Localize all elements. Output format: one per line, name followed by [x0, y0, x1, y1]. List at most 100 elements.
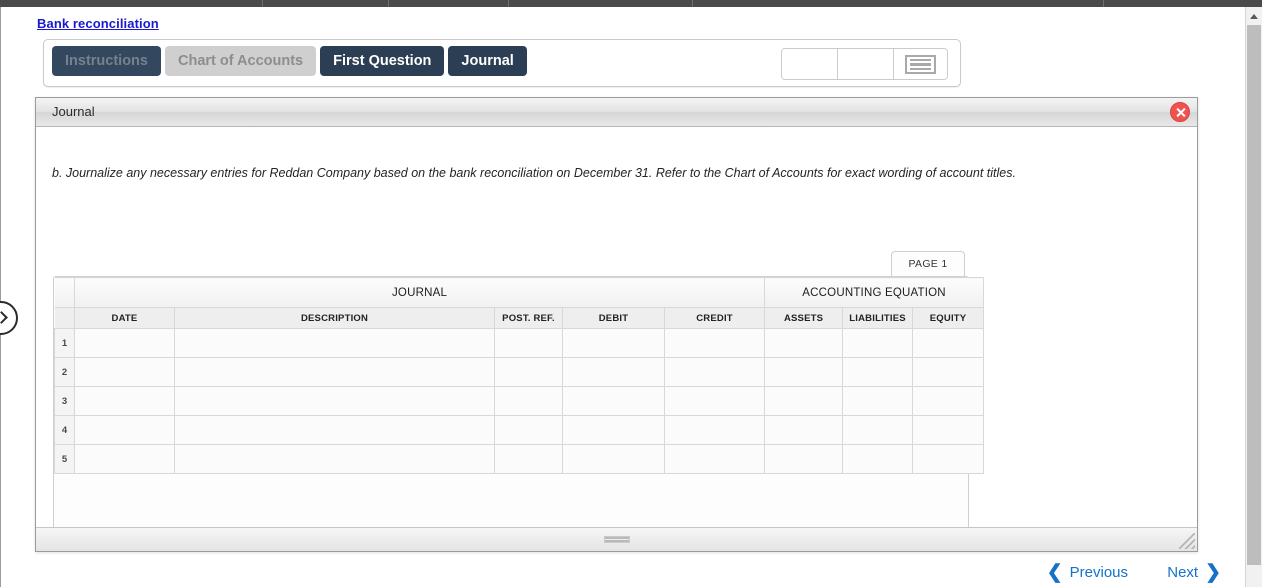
cell-assets[interactable]	[764, 415, 844, 445]
cell-liabilities[interactable]	[842, 415, 914, 445]
cell-date[interactable]	[74, 415, 175, 445]
cell-date[interactable]	[74, 357, 175, 387]
cell-credit[interactable]	[663, 328, 766, 358]
row-number: 1	[54, 328, 75, 358]
cell-equity[interactable]	[912, 444, 985, 474]
journal-table-container: JOURNAL ACCOUNTING EQUATION DATE DESCRIP…	[53, 276, 985, 527]
tab-bar: Instructions Chart of Accounts First Que…	[43, 39, 961, 87]
tab-seam	[262, 0, 263, 7]
group-header-spacer	[54, 277, 75, 308]
toolbar-widget-group	[781, 48, 948, 80]
journal-window-footer	[36, 527, 1197, 551]
column-header-description: DESCRIPTION	[174, 307, 495, 329]
cell-credit[interactable]	[663, 444, 766, 474]
journal-title-bar: Journal	[36, 98, 1197, 127]
next-label: Next	[1167, 564, 1199, 581]
browser-tab-strip	[0, 0, 1262, 7]
cell-description[interactable]	[174, 415, 495, 445]
resize-grip-handle[interactable]	[603, 536, 630, 543]
scroll-up-arrow-icon[interactable]	[1246, 7, 1262, 24]
cell-description[interactable]	[174, 357, 495, 387]
cell-liabilities[interactable]	[842, 444, 914, 474]
cell-assets[interactable]	[764, 444, 844, 474]
cell-post-ref[interactable]	[494, 357, 563, 387]
cell-debit[interactable]	[562, 357, 665, 387]
next-link[interactable]: Next ❯	[1167, 563, 1221, 582]
previous-link[interactable]: ❮ Previous	[1047, 563, 1128, 582]
scrollbar-thumb[interactable]	[1247, 25, 1261, 565]
cell-post-ref[interactable]	[494, 328, 563, 358]
cell-post-ref[interactable]	[494, 386, 563, 416]
tab-journal[interactable]: Journal	[448, 46, 527, 76]
breadcrumb-bank-reconciliation[interactable]: Bank reconciliation	[37, 16, 159, 31]
panel-expander-button[interactable]	[0, 301, 18, 335]
table-group-header-row: JOURNAL ACCOUNTING EQUATION	[54, 277, 985, 308]
cell-liabilities[interactable]	[842, 386, 914, 416]
cell-assets[interactable]	[764, 328, 844, 358]
close-icon[interactable]	[1170, 102, 1190, 122]
journal-table-body: 1 2 3 4 5	[54, 328, 985, 474]
cell-equity[interactable]	[912, 328, 985, 358]
cell-credit[interactable]	[663, 386, 766, 416]
tab-first-question[interactable]: First Question	[320, 46, 445, 76]
column-header-debit: DEBIT	[562, 307, 665, 329]
cell-date[interactable]	[74, 328, 175, 358]
column-header-credit: CREDIT	[663, 307, 766, 329]
group-header-journal: JOURNAL	[73, 277, 766, 308]
previous-label: Previous	[1069, 564, 1128, 581]
table-row: 1	[54, 328, 985, 358]
cell-post-ref[interactable]	[494, 415, 563, 445]
grid-bar	[910, 67, 931, 70]
page-scrollbar[interactable]	[1245, 7, 1262, 587]
cell-date[interactable]	[74, 386, 175, 416]
corner-resize-icon[interactable]	[1179, 533, 1195, 549]
table-row: 2	[54, 357, 985, 387]
cell-debit[interactable]	[562, 444, 665, 474]
column-header-post-ref: POST. REF.	[494, 307, 563, 329]
cell-credit[interactable]	[663, 415, 766, 445]
tab-seam	[508, 0, 509, 7]
table-column-header-row: DATE DESCRIPTION POST. REF. DEBIT CREDIT…	[54, 307, 985, 329]
toolbar-field-one[interactable]	[782, 49, 838, 79]
table-row: 5	[54, 444, 985, 474]
cell-credit[interactable]	[663, 357, 766, 387]
column-header-date: DATE	[74, 307, 175, 329]
journal-table: JOURNAL ACCOUNTING EQUATION DATE DESCRIP…	[54, 277, 985, 474]
journal-body: b. Journalize any necessary entries for …	[36, 127, 1197, 527]
cell-liabilities[interactable]	[842, 328, 914, 358]
toolbar-field-two[interactable]	[838, 49, 894, 79]
page-tab-page-1[interactable]: PAGE 1	[891, 251, 965, 276]
cell-post-ref[interactable]	[494, 444, 563, 474]
tab-seam	[388, 0, 389, 7]
cell-debit[interactable]	[562, 386, 665, 416]
cell-debit[interactable]	[562, 415, 665, 445]
cell-date[interactable]	[74, 444, 175, 474]
grid-menu-button[interactable]	[894, 49, 947, 79]
cell-description[interactable]	[174, 328, 495, 358]
tab-chart-of-accounts[interactable]: Chart of Accounts	[164, 46, 317, 76]
tab-list: Instructions Chart of Accounts First Que…	[52, 46, 527, 76]
row-number: 3	[54, 386, 75, 416]
cell-assets[interactable]	[764, 386, 844, 416]
group-header-accounting-equation: ACCOUNTING EQUATION	[764, 277, 985, 308]
row-number: 5	[54, 444, 75, 474]
cell-debit[interactable]	[562, 328, 665, 358]
tab-instructions[interactable]: Instructions	[52, 46, 161, 76]
table-row: 4	[54, 415, 985, 445]
journal-panel-title: Journal	[52, 104, 95, 119]
cell-description[interactable]	[174, 386, 495, 416]
column-header-assets: ASSETS	[764, 307, 844, 329]
cell-equity[interactable]	[912, 357, 985, 387]
cell-assets[interactable]	[764, 357, 844, 387]
cell-liabilities[interactable]	[842, 357, 914, 387]
cell-equity[interactable]	[912, 386, 985, 416]
cell-equity[interactable]	[912, 415, 985, 445]
column-header-equity: EQUITY	[912, 307, 985, 329]
tab-seam	[1103, 0, 1104, 7]
cell-description[interactable]	[174, 444, 495, 474]
page-content: Bank reconciliation Instructions Chart o…	[0, 7, 1245, 587]
question-text: b. Journalize any necessary entries for …	[52, 166, 1016, 180]
chevron-left-icon: ❮	[1046, 562, 1063, 583]
bottom-navigation: ❮ Previous Next ❯	[1, 554, 1246, 587]
table-row: 3	[54, 386, 985, 416]
